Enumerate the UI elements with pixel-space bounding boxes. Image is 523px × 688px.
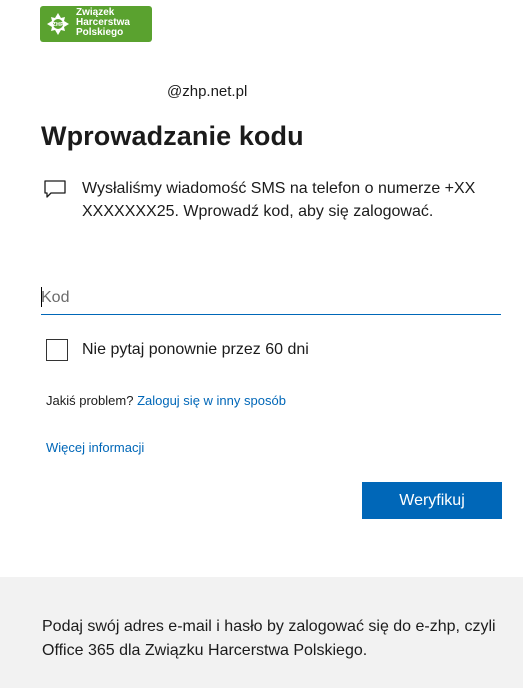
message-icon: [44, 180, 66, 198]
footer-text: Podaj swój adres e-mail i hasło by zalog…: [42, 618, 496, 659]
more-info-link[interactable]: Więcej informacji: [46, 440, 144, 455]
text-caret: [41, 287, 42, 307]
email-suffix: @zhp.net.pl: [167, 83, 248, 100]
problem-row: Jakiś problem? Zaloguj się w inny sposób: [46, 393, 286, 408]
footer-banner: Podaj swój adres e-mail i hasło by zalog…: [0, 577, 523, 688]
sign-in-another-way-link[interactable]: Zaloguj się w inny sposób: [137, 393, 286, 408]
account-identity: @zhp.net.pl: [42, 83, 247, 100]
logo-emblem-text: ZHP: [52, 22, 64, 28]
sms-description: Wysłaliśmy wiadomość SMS na telefon o nu…: [82, 180, 476, 220]
scout-cross-icon: ZHP: [47, 13, 69, 35]
dont-ask-again-option[interactable]: Nie pytaj ponownie przez 60 dni: [46, 339, 309, 361]
org-logo: ZHP Związek Harcerstwa Polskiego: [40, 4, 155, 44]
verify-button[interactable]: Weryfikuj: [362, 482, 502, 519]
dont-ask-again-label: Nie pytaj ponownie przez 60 dni: [82, 341, 309, 358]
sign-in-card: ZHP Związek Harcerstwa Polskiego @zhp.ne…: [0, 0, 523, 577]
problem-prefix: Jakiś problem?: [46, 393, 134, 408]
dont-ask-again-checkbox[interactable]: [46, 339, 68, 361]
logo-line-3: Polskiego: [76, 27, 124, 38]
logo-text: Związek Harcerstwa Polskiego: [76, 8, 130, 38]
code-input[interactable]: [41, 282, 501, 315]
page-title: Wprowadzanie kodu: [41, 121, 304, 151]
